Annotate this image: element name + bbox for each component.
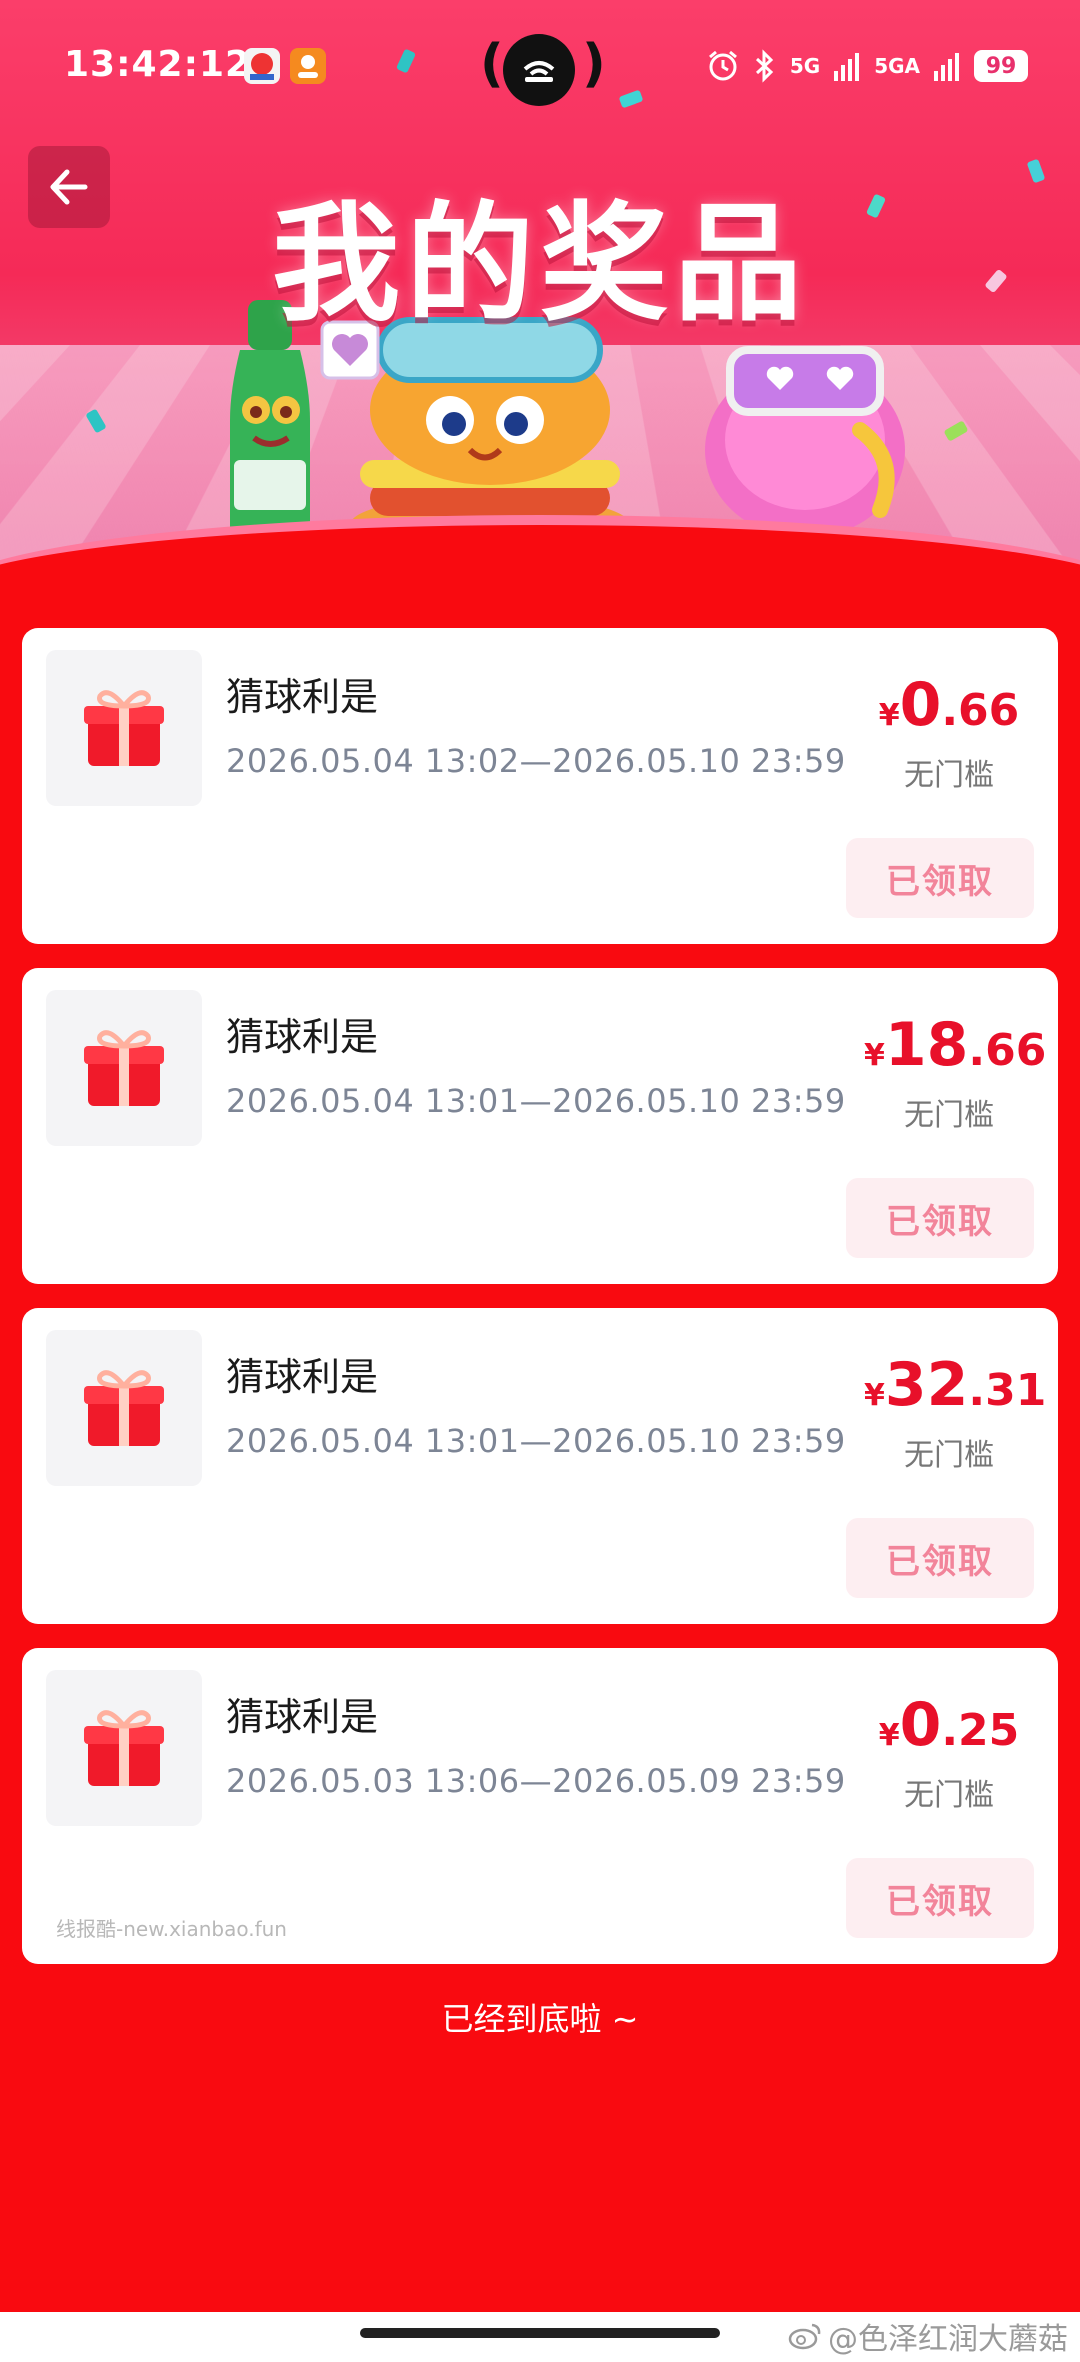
claimed-button[interactable]: 已领取: [846, 1178, 1034, 1258]
gift-thumbnail: [46, 1670, 202, 1826]
prize-valid-period: 2026.05.03 13:06—2026.05.09 23:59: [226, 1762, 846, 1800]
signal-icon: [834, 51, 860, 81]
weibo-icon: [788, 2322, 822, 2350]
claimed-button[interactable]: 已领取: [846, 1518, 1034, 1598]
currency-symbol: ¥: [864, 1378, 885, 1413]
status-time: 13:42:12: [64, 44, 251, 85]
amount-decimal: .31: [968, 1365, 1046, 1416]
network-label-2: 5GA: [874, 54, 920, 78]
gift-thumbnail: [46, 650, 202, 806]
app-icon-1: [244, 48, 280, 84]
prize-amount: ¥18.66: [864, 1010, 1034, 1080]
claimed-button[interactable]: 已领取: [846, 1858, 1034, 1938]
prize-card: 猜球利是 2026.05.04 13:02—2026.05.10 23:59 ¥…: [22, 628, 1058, 944]
battery-indicator: 99: [974, 50, 1028, 82]
claimed-button[interactable]: 已领取: [846, 838, 1034, 918]
gift-icon: [78, 1362, 170, 1454]
watermark-text: 线报酷-new.xianbao.fun: [56, 1913, 287, 1942]
currency-symbol: ¥: [864, 1038, 885, 1073]
amount-integer: 18: [885, 1010, 969, 1080]
prize-amount: ¥0.66: [864, 670, 1034, 740]
end-of-list-text: 已经到底啦 ~: [0, 1994, 1080, 2040]
prize-threshold: 无门槛: [864, 750, 1034, 794]
gift-icon: [78, 1022, 170, 1114]
amount-decimal: .66: [968, 1025, 1046, 1076]
prize-card: 猜球利是 2026.05.04 13:01—2026.05.10 23:59 ¥…: [22, 1308, 1058, 1624]
weibo-watermark-text: @色泽红润大蘑菇: [828, 2314, 1068, 2358]
prize-name: 猜球利是: [226, 1346, 378, 1401]
currency-symbol: ¥: [879, 698, 900, 733]
gift-thumbnail: [46, 990, 202, 1146]
amount-integer: 0: [900, 1690, 942, 1760]
prize-card: 猜球利是 2026.05.03 13:06—2026.05.09 23:59 ¥…: [22, 1648, 1058, 1964]
prize-valid-period: 2026.05.04 13:01—2026.05.10 23:59: [226, 1422, 846, 1460]
prize-amount: ¥0.25: [864, 1690, 1034, 1760]
prize-name: 猜球利是: [226, 1006, 378, 1061]
bracket-left: (: [480, 34, 504, 94]
network-label-1: 5G: [790, 54, 820, 78]
signal-icon: [934, 51, 960, 81]
status-right: 5G 5GA 99: [706, 46, 1028, 86]
gift-icon: [78, 1702, 170, 1794]
prize-card: 猜球利是 2026.05.04 13:01—2026.05.10 23:59 ¥…: [22, 968, 1058, 1284]
page-title: 我的奖品: [0, 160, 1080, 345]
app-icon-2: [290, 48, 326, 84]
bluetooth-icon: [754, 49, 776, 83]
prize-threshold: 无门槛: [864, 1430, 1034, 1474]
amount-decimal: .66: [941, 685, 1019, 736]
amount-integer: 32: [885, 1350, 969, 1420]
amount-integer: 0: [900, 670, 942, 740]
prize-valid-period: 2026.05.04 13:02—2026.05.10 23:59: [226, 742, 846, 780]
bracket-right: ): [582, 34, 606, 94]
prize-name: 猜球利是: [226, 666, 378, 721]
prize-name: 猜球利是: [226, 1686, 378, 1741]
prize-amount: ¥32.31: [864, 1350, 1034, 1420]
currency-symbol: ¥: [879, 1718, 900, 1753]
prize-list: 猜球利是 2026.05.04 13:02—2026.05.10 23:59 ¥…: [22, 628, 1058, 1988]
weibo-watermark: @色泽红润大蘑菇: [788, 2314, 1068, 2358]
dynamic-island-icon: [503, 34, 575, 106]
status-bar: 13:42:12 ( ) 5G 5GA 99: [0, 0, 1080, 130]
gift-thumbnail: [46, 1330, 202, 1486]
prize-threshold: 无门槛: [864, 1090, 1034, 1134]
home-indicator[interactable]: [360, 2328, 720, 2338]
gift-icon: [78, 682, 170, 774]
amount-decimal: .25: [941, 1705, 1019, 1756]
alarm-icon: [706, 49, 740, 83]
prize-valid-period: 2026.05.04 13:01—2026.05.10 23:59: [226, 1082, 846, 1120]
prize-threshold: 无门槛: [864, 1770, 1034, 1814]
